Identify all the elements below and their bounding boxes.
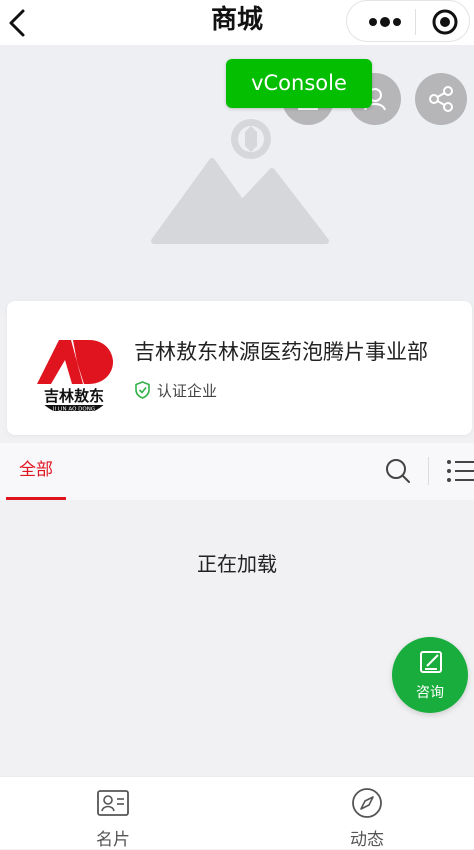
share-icon bbox=[429, 86, 453, 112]
vconsole-button[interactable]: vConsole bbox=[226, 59, 372, 108]
navigation-bar: 商城 bbox=[0, 0, 474, 45]
edit-icon bbox=[420, 651, 442, 673]
tabbar-item-feed[interactable]: 动态 bbox=[307, 777, 427, 850]
list-icon bbox=[447, 460, 474, 482]
more-button[interactable] bbox=[363, 13, 407, 31]
logo-brand-text: 吉林敖东 bbox=[44, 387, 104, 405]
capsule-divider bbox=[415, 9, 416, 35]
category-tabs: 全部 bbox=[0, 443, 474, 500]
store-name: 吉林敖东林源医药泡腾片事业部 bbox=[134, 340, 428, 364]
tabbar-item-card[interactable]: 名片 bbox=[53, 777, 173, 850]
mini-program-capsule bbox=[346, 0, 470, 42]
bottom-tab-bar: 名片 动态 bbox=[0, 776, 474, 850]
shield-check-icon bbox=[135, 381, 150, 399]
active-tab-indicator bbox=[6, 497, 66, 500]
image-placeholder-icon bbox=[151, 119, 329, 244]
brand-logo-icon: 吉林敖东 JI LIN AO DONG bbox=[36, 340, 113, 413]
store-info-card[interactable]: 吉林敖东 JI LIN AO DONG 吉林敖东林源医药泡腾片事业部 认证企业 bbox=[7, 301, 472, 435]
compass-icon bbox=[352, 788, 382, 818]
verified-label: 认证企业 bbox=[157, 381, 218, 400]
tab-all[interactable]: 全部 bbox=[6, 443, 66, 500]
consult-label: 咨询 bbox=[416, 685, 444, 701]
tab-all-label: 全部 bbox=[19, 460, 53, 480]
search-button[interactable] bbox=[384, 457, 412, 485]
tabbar-label-card: 名片 bbox=[96, 830, 130, 850]
list-view-button[interactable] bbox=[446, 458, 474, 484]
consult-button[interactable]: 咨询 bbox=[392, 637, 468, 713]
search-icon bbox=[386, 459, 410, 483]
logo-sub-text: JI LIN AO DONG bbox=[52, 407, 95, 413]
verified-badge: 认证企业 bbox=[134, 379, 217, 401]
target-circle-icon bbox=[432, 9, 458, 35]
tabbar-label-feed: 动态 bbox=[350, 830, 384, 850]
close-mini-program-button[interactable] bbox=[431, 8, 459, 36]
share-button[interactable] bbox=[415, 73, 467, 125]
more-dots-icon bbox=[369, 17, 401, 27]
tab-divider bbox=[428, 457, 429, 485]
store-logo: 吉林敖东 JI LIN AO DONG bbox=[29, 326, 119, 416]
loading-text: 正在加载 bbox=[197, 552, 277, 576]
business-card-icon bbox=[97, 790, 129, 816]
